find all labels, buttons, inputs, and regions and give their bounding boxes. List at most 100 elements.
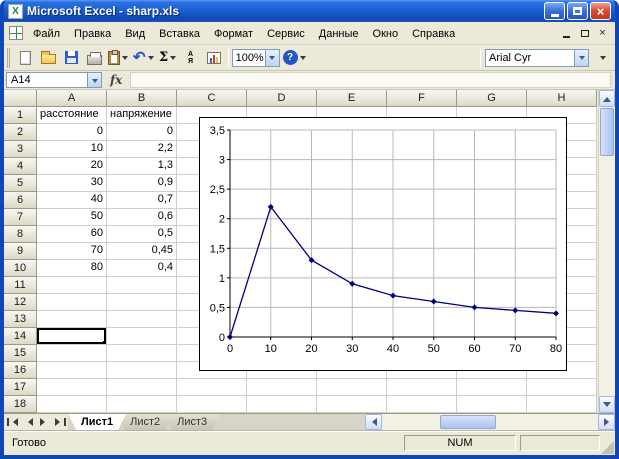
cell-B2[interactable]: 0 — [107, 124, 177, 141]
column-header-G[interactable]: G — [457, 90, 527, 107]
row-header-10[interactable]: 10 — [4, 260, 37, 277]
zoom-dropdown-icon[interactable] — [265, 50, 279, 66]
menu-item-5[interactable]: Формат — [207, 25, 260, 43]
cell-B9[interactable]: 0,45 — [107, 243, 177, 260]
resize-grip-icon[interactable] — [601, 441, 614, 454]
cell-A6[interactable]: 40 — [37, 192, 107, 209]
horizontal-scrollbar[interactable] — [365, 414, 615, 430]
row-header-5[interactable]: 5 — [4, 175, 37, 192]
cell-G18[interactable] — [457, 396, 527, 413]
row-header-1[interactable]: 1 — [4, 107, 37, 124]
mdi-minimize-button[interactable] — [559, 27, 574, 40]
first-sheet-button[interactable] — [4, 414, 20, 430]
row-header-14[interactable]: 14 — [4, 328, 37, 345]
row-header-6[interactable]: 6 — [4, 192, 37, 209]
row-header-17[interactable]: 17 — [4, 379, 37, 396]
cell-B13[interactable] — [107, 311, 177, 328]
row-header-18[interactable]: 18 — [4, 396, 37, 413]
cell-B1[interactable]: напряжение — [107, 107, 177, 124]
row-header-16[interactable]: 16 — [4, 362, 37, 379]
sheet-tab-3[interactable]: Лист3 — [164, 414, 220, 430]
zoom-combobox[interactable]: 100% — [232, 49, 280, 67]
column-header-D[interactable]: D — [247, 90, 317, 107]
cell-B3[interactable]: 2,2 — [107, 141, 177, 158]
cell-A15[interactable] — [37, 345, 107, 362]
cell-H17[interactable] — [527, 379, 597, 396]
cell-B4[interactable]: 1,3 — [107, 158, 177, 175]
help-dropdown-icon[interactable] — [300, 56, 306, 63]
menu-item-6[interactable]: Сервис — [260, 25, 312, 43]
row-header-4[interactable]: 4 — [4, 158, 37, 175]
save-button[interactable] — [60, 47, 82, 69]
menu-item-1[interactable]: Файл — [26, 25, 67, 43]
cell-B15[interactable] — [107, 345, 177, 362]
toolbar-grip[interactable] — [7, 48, 10, 68]
formula-input[interactable] — [130, 72, 611, 88]
print-button[interactable] — [83, 47, 105, 69]
cell-A7[interactable]: 50 — [37, 209, 107, 226]
cell-B12[interactable] — [107, 294, 177, 311]
row-header-11[interactable]: 11 — [4, 277, 37, 294]
menu-item-8[interactable]: Окно — [366, 25, 406, 43]
row-header-3[interactable]: 3 — [4, 141, 37, 158]
autosum-button[interactable]: Σ — [157, 47, 179, 69]
next-sheet-button[interactable] — [36, 414, 52, 430]
horizontal-scroll-track[interactable] — [382, 414, 598, 430]
menu-item-4[interactable]: Вставка — [152, 25, 207, 43]
vertical-scroll-thumb[interactable] — [600, 108, 614, 156]
cell-A4[interactable]: 20 — [37, 158, 107, 175]
cell-A18[interactable] — [37, 396, 107, 413]
cell-F18[interactable] — [387, 396, 457, 413]
cell-B6[interactable]: 0,7 — [107, 192, 177, 209]
row-header-15[interactable]: 15 — [4, 345, 37, 362]
menu-item-9[interactable]: Справка — [405, 25, 462, 43]
cell-B11[interactable] — [107, 277, 177, 294]
row-header-8[interactable]: 8 — [4, 226, 37, 243]
font-combobox[interactable]: Arial Cyr — [485, 49, 589, 67]
cell-A2[interactable]: 0 — [37, 124, 107, 141]
autosum-dropdown-icon[interactable] — [170, 56, 176, 63]
cell-B7[interactable]: 0,6 — [107, 209, 177, 226]
cell-B16[interactable] — [107, 362, 177, 379]
cell-A14[interactable] — [37, 328, 107, 345]
chart-wizard-button[interactable] — [203, 47, 225, 69]
maximize-button[interactable] — [567, 2, 588, 20]
new-button[interactable] — [14, 47, 36, 69]
cell-A17[interactable] — [37, 379, 107, 396]
row-header-9[interactable]: 9 — [4, 243, 37, 260]
column-header-B[interactable]: B — [107, 90, 177, 107]
paste-button[interactable] — [106, 47, 130, 69]
column-header-E[interactable]: E — [317, 90, 387, 107]
scroll-up-button[interactable] — [599, 90, 615, 107]
cell-H18[interactable] — [527, 396, 597, 413]
column-header-F[interactable]: F — [387, 90, 457, 107]
last-sheet-button[interactable] — [52, 414, 68, 430]
menu-item-7[interactable]: Данные — [312, 25, 366, 43]
row-header-2[interactable]: 2 — [4, 124, 37, 141]
row-header-13[interactable]: 13 — [4, 311, 37, 328]
cell-A16[interactable] — [37, 362, 107, 379]
cell-D17[interactable] — [247, 379, 317, 396]
column-header-A[interactable]: A — [37, 90, 107, 107]
sheet-tab-1[interactable]: Лист1 — [68, 414, 126, 430]
mdi-restore-button[interactable] — [577, 27, 592, 40]
name-box[interactable]: A14 — [6, 72, 102, 88]
vertical-scroll-track[interactable] — [599, 157, 615, 396]
cell-A3[interactable]: 10 — [37, 141, 107, 158]
cell-B8[interactable]: 0,5 — [107, 226, 177, 243]
cell-A12[interactable] — [37, 294, 107, 311]
scroll-down-button[interactable] — [599, 396, 615, 413]
select-all-corner[interactable] — [4, 90, 37, 107]
prev-sheet-button[interactable] — [20, 414, 36, 430]
cell-C18[interactable] — [177, 396, 247, 413]
help-button[interactable]: ? — [281, 47, 308, 69]
undo-button[interactable]: ↶ — [131, 47, 156, 69]
mdi-close-button[interactable]: × — [595, 27, 610, 40]
row-header-7[interactable]: 7 — [4, 209, 37, 226]
sheet-tab-2[interactable]: Лист2 — [117, 414, 173, 430]
horizontal-scroll-thumb[interactable] — [440, 415, 496, 429]
scroll-left-button[interactable] — [365, 414, 382, 430]
row-header-12[interactable]: 12 — [4, 294, 37, 311]
column-header-H[interactable]: H — [527, 90, 597, 107]
cell-A13[interactable] — [37, 311, 107, 328]
